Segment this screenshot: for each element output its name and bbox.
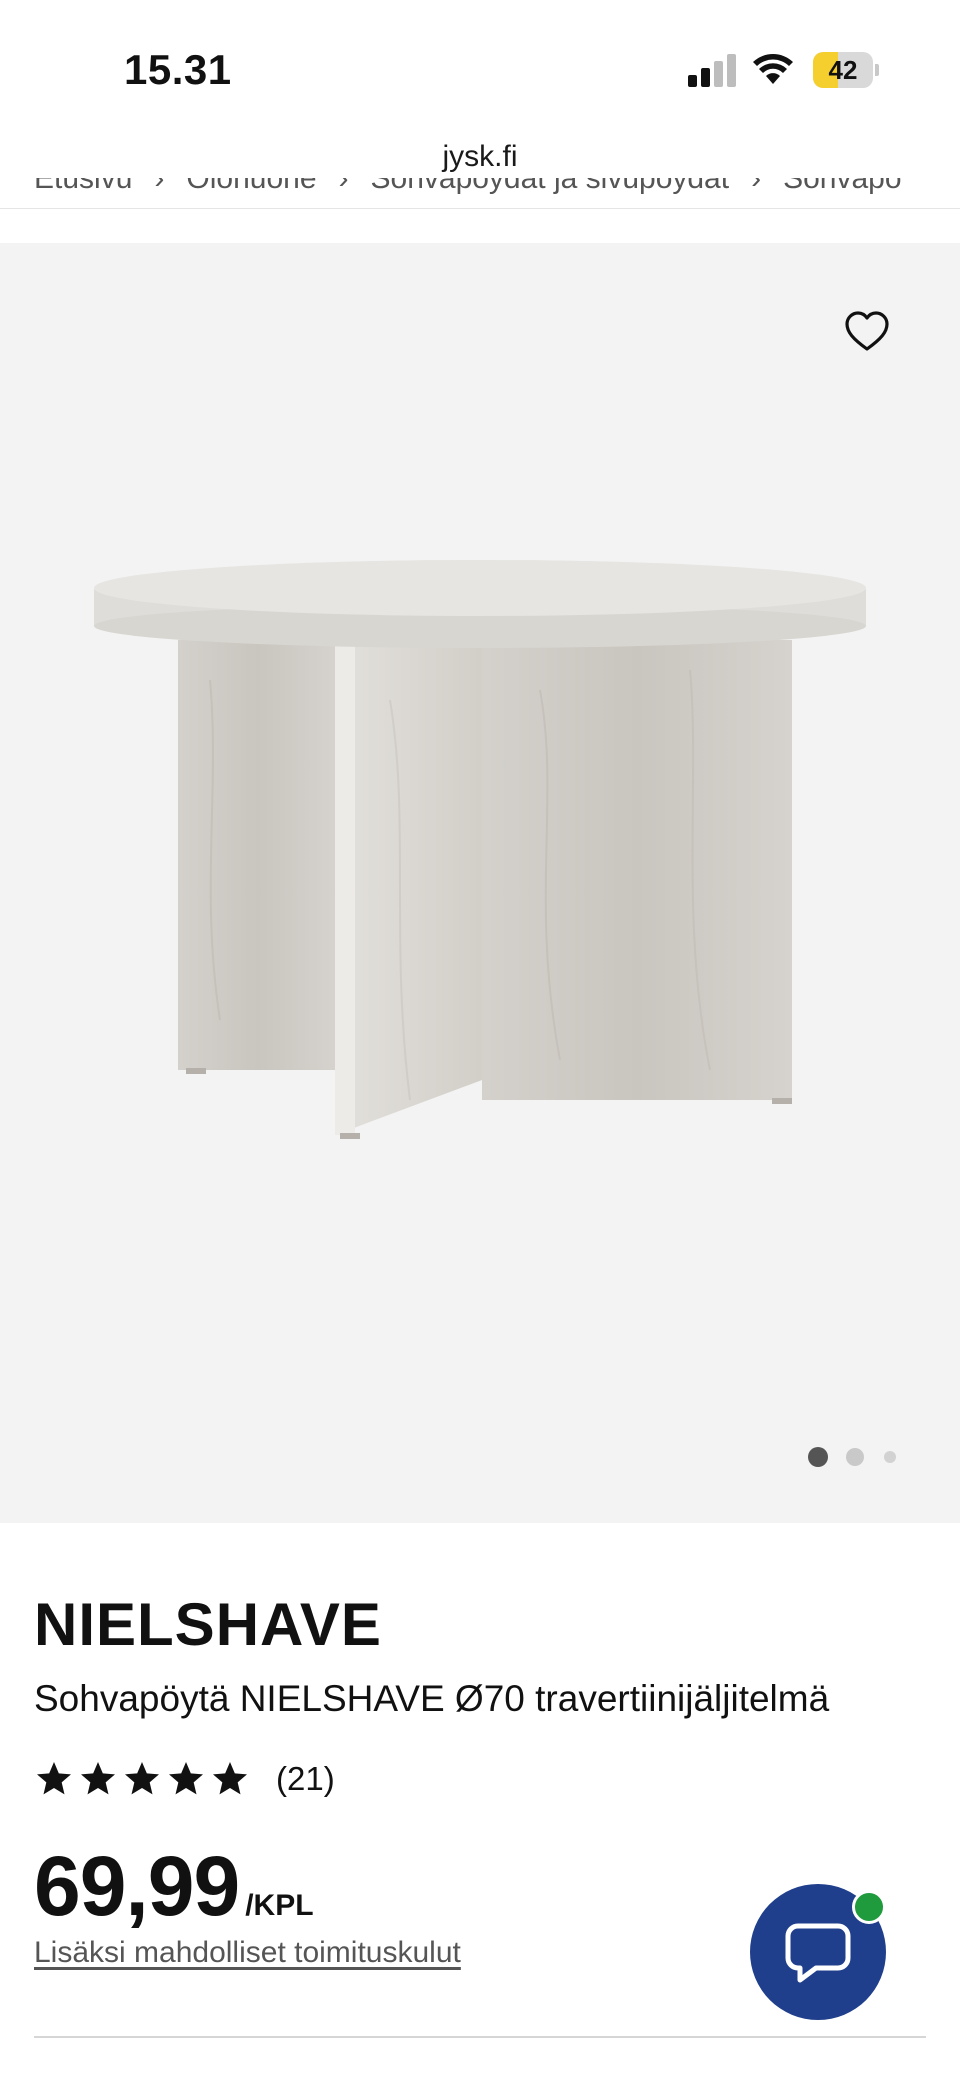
star-icon bbox=[169, 1762, 203, 1795]
price-unit: /KPL bbox=[245, 1889, 314, 1922]
url-text[interactable]: jysk.fi bbox=[0, 140, 960, 174]
star-icon bbox=[81, 1762, 115, 1795]
star-icon bbox=[213, 1762, 247, 1795]
heart-icon[interactable] bbox=[843, 308, 891, 356]
product-name: Sohvapöytä NIELSHAVE Ø70 travertiinijälj… bbox=[34, 1678, 830, 1719]
online-indicator bbox=[852, 1890, 886, 1924]
pagination-dot[interactable] bbox=[884, 1451, 896, 1463]
divider bbox=[0, 208, 960, 209]
signal-icon bbox=[688, 53, 738, 87]
pagination-dot[interactable] bbox=[846, 1448, 864, 1466]
chevron-right-icon: › bbox=[751, 178, 762, 195]
star-icon bbox=[37, 1762, 71, 1795]
product-brand: NIELSHAVE bbox=[34, 1591, 382, 1658]
price: 69,99 /KPL bbox=[34, 1838, 314, 1935]
gallery-pagination bbox=[806, 1445, 906, 1469]
price-value: 69,99 bbox=[34, 1839, 240, 1933]
breadcrumb: Etusivu › Olohuone › Sohvapöydät ja sivupöyd… bbox=[0, 178, 960, 208]
review-count[interactable]: (21) bbox=[276, 1760, 335, 1798]
status-time: 15.31 bbox=[124, 46, 232, 93]
pagination-dot[interactable] bbox=[808, 1447, 828, 1467]
product-image bbox=[94, 560, 866, 1139]
breadcrumb-item-home[interactable]: Etusivu bbox=[34, 178, 132, 196]
breadcrumb-item-living-room[interactable]: Olohuone bbox=[186, 178, 316, 196]
chat-bubble-icon bbox=[785, 1923, 851, 1983]
battery-level: 42 bbox=[828, 55, 858, 85]
divider bbox=[34, 2036, 926, 2038]
shipping-costs-link[interactable]: Lisäksi mahdolliset toimituskulut bbox=[34, 1936, 461, 1970]
chevron-right-icon: › bbox=[154, 178, 165, 195]
chevron-right-icon: › bbox=[338, 178, 349, 195]
status-bar: 15.31 42 bbox=[0, 0, 960, 130]
star-icon bbox=[125, 1762, 159, 1795]
breadcrumb-item-coffee-tables[interactable]: Sohvapö bbox=[783, 178, 901, 196]
wifi-icon bbox=[753, 54, 793, 84]
rating[interactable]: (21) bbox=[34, 1756, 335, 1802]
breadcrumb-item-tables[interactable]: Sohvapöydät ja sivupöydät bbox=[371, 178, 730, 196]
battery-icon: 42 bbox=[813, 52, 879, 88]
